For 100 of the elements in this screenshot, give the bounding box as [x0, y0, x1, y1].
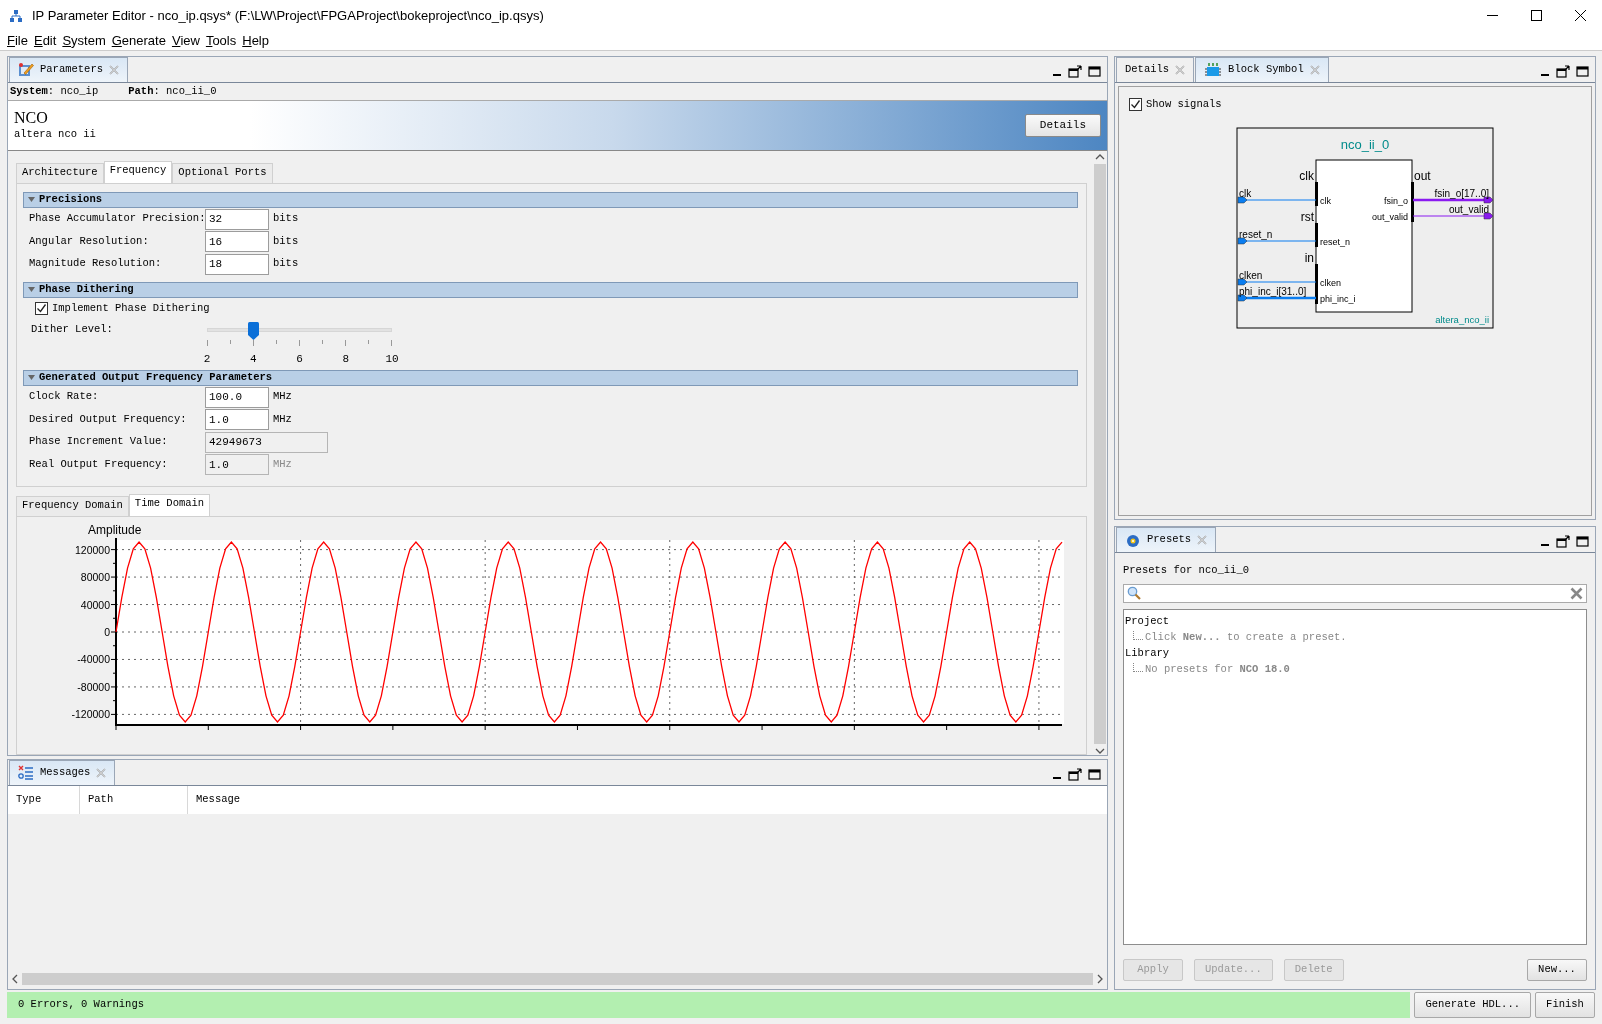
tab[interactable]: Optional Ports — [172, 163, 273, 183]
tab[interactable]: Time Domain — [128, 494, 211, 516]
menu-item[interactable]: View — [168, 30, 203, 51]
chevron-down-icon[interactable] — [1095, 748, 1105, 755]
tick-label: 2 — [203, 352, 211, 367]
button[interactable]: Finish — [1535, 992, 1595, 1018]
unit-label: MHz — [273, 411, 292, 427]
restore-icon[interactable] — [1556, 65, 1570, 78]
checkbox[interactable] — [1129, 98, 1142, 112]
search-field[interactable] — [1123, 583, 1587, 603]
component-subtitle: altera nco ii — [14, 126, 96, 142]
section-header[interactable]: Precisions — [23, 192, 1078, 208]
menu-item[interactable]: File — [4, 30, 31, 51]
component-title: NCO — [14, 108, 49, 127]
disc-icon — [1125, 532, 1141, 548]
panel-tab[interactable]: Details — [1116, 57, 1195, 82]
column-header[interactable]: Message — [188, 786, 1107, 814]
port-label: clken — [1320, 277, 1341, 288]
text-field[interactable]: 32 — [205, 208, 269, 230]
context-label: Path: nco_ii_0 — [128, 83, 217, 99]
maximize-icon[interactable] — [1576, 536, 1589, 547]
interface-bar — [1315, 263, 1318, 304]
tree-item[interactable]: Project — [1125, 612, 1585, 629]
maximize-icon[interactable] — [1088, 769, 1101, 780]
menu-item[interactable]: System — [59, 30, 109, 51]
tick-label: 6 — [296, 352, 303, 367]
chevron-up-icon[interactable] — [1095, 153, 1105, 160]
scrollbar[interactable] — [1093, 151, 1107, 755]
slider[interactable] — [207, 322, 392, 340]
field-label: Clock Rate: — [29, 389, 100, 405]
axis-tick-label: 80000 — [80, 571, 110, 584]
restore-icon[interactable] — [1068, 65, 1082, 78]
tree-item[interactable]: No presets for NCO 18.0 — [1145, 660, 1290, 677]
restore-icon[interactable] — [1068, 768, 1082, 781]
checkbox[interactable] — [35, 302, 48, 316]
panel-tab[interactable]: Parameters — [9, 57, 128, 82]
interface-label: in — [1304, 250, 1314, 265]
instance-name: nco_ii_0 — [1340, 136, 1390, 152]
axis-tick-label: -120000 — [71, 708, 110, 721]
panel-tab[interactable]: Presets — [1116, 527, 1217, 552]
list-icon — [18, 765, 34, 781]
check-icon — [36, 303, 47, 315]
tick-label: 4 — [249, 352, 257, 367]
port-label: clk — [1320, 195, 1331, 206]
search-icon — [1127, 586, 1141, 601]
pencil-icon — [18, 62, 34, 78]
checkbox-label: Implement Phase Dithering — [52, 300, 210, 316]
network-icon — [8, 7, 24, 24]
interface-bar — [1315, 222, 1318, 247]
panel-tab[interactable]: Messages — [9, 760, 116, 785]
tab[interactable]: Architecture — [16, 163, 104, 183]
field-label: Desired Output Frequency: — [29, 411, 188, 427]
button[interactable]: Generate HDL... — [1414, 992, 1531, 1018]
text-field[interactable]: 100.0 — [205, 386, 269, 408]
tab[interactable]: Frequency Domain — [16, 496, 129, 516]
text-field[interactable]: 18 — [205, 253, 269, 275]
clear-icon[interactable] — [1570, 586, 1583, 600]
field-label: Phase Increment Value: — [29, 434, 169, 450]
signal-label: fsin_o[17..0] — [1434, 187, 1489, 199]
signal-label: reset_n — [1239, 228, 1273, 240]
port-label: out_valid — [1371, 211, 1408, 222]
tab[interactable]: Frequency — [103, 161, 173, 183]
axis-tick-label: -40000 — [77, 653, 110, 666]
menu-item[interactable]: Help — [239, 30, 272, 51]
interface-label: out — [1414, 168, 1431, 183]
button[interactable]: New... — [1527, 959, 1587, 981]
maximize-icon[interactable] — [1576, 66, 1589, 77]
menu-item[interactable]: Tools — [202, 30, 240, 51]
section-header[interactable]: Phase Dithering — [23, 281, 1078, 298]
signal-label: clk — [1239, 187, 1252, 199]
menu-item[interactable]: Generate — [108, 30, 169, 51]
restore-icon[interactable] — [1556, 535, 1570, 548]
interface-label: rst — [1300, 209, 1314, 224]
port-label: phi_inc_i — [1320, 293, 1356, 304]
chevron-left-icon[interactable] — [11, 974, 18, 984]
axis-tick-label: 120000 — [74, 543, 110, 556]
text-field[interactable]: 16 — [205, 231, 269, 253]
interface-bar — [1411, 181, 1414, 222]
scrollbar-thumb[interactable] — [1094, 164, 1106, 744]
chip-icon — [1204, 62, 1223, 78]
context-label: System: nco_ip — [10, 83, 99, 99]
section-header[interactable]: Generated Output Frequency Parameters — [23, 370, 1078, 386]
unit-label: MHz — [273, 456, 292, 472]
tree-item[interactable]: Library — [1125, 644, 1585, 661]
axis-tick-label: 40000 — [80, 598, 110, 611]
axis-title: Amplitude — [88, 523, 142, 537]
unit-label: bits — [273, 233, 299, 249]
slider-thumb[interactable] — [248, 322, 260, 340]
maximize-icon — [1530, 10, 1542, 21]
text-field[interactable]: 1.0 — [205, 409, 269, 431]
menu-item[interactable]: Edit — [30, 30, 60, 51]
maximize-icon[interactable] — [1088, 66, 1101, 77]
checkbox-label: Show signals — [1146, 97, 1222, 112]
panel-tab[interactable]: Block Symbol — [1195, 57, 1329, 82]
tree-item[interactable]: Click New... to create a preset. — [1145, 628, 1347, 645]
field-label: Magnitude Resolution: — [29, 256, 163, 272]
scrollbar-thumb[interactable] — [22, 973, 1093, 985]
chevron-right-icon[interactable] — [1097, 974, 1104, 984]
details-button[interactable]: Details — [1024, 114, 1101, 137]
signal-label: phi_inc_i[31..0] — [1239, 285, 1307, 297]
